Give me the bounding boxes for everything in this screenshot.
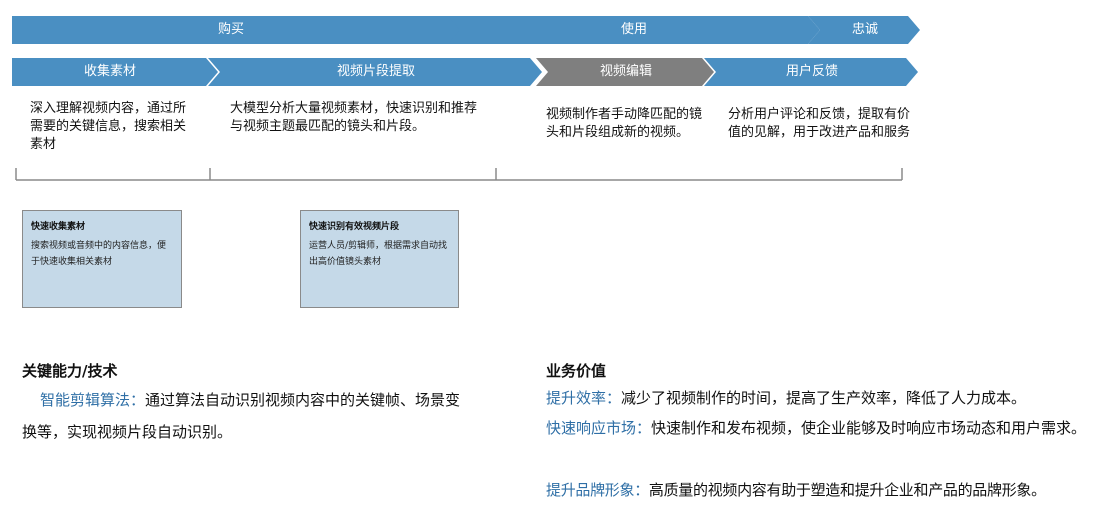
business-value-item-efficiency: 提升效率：减少了视频制作的时间，提高了生产效率，降低了人力成本。	[546, 382, 1116, 414]
key-capability-item: 智能剪辑算法：通过算法自动识别视频内容中的关键帧、场景变换等，实现视频片段自动识…	[22, 384, 462, 448]
step-label-collect: 收集素材	[83, 64, 136, 79]
business-value-text: 减少了视频制作的时间，提高了生产效率，降低了人力成本。	[621, 389, 1027, 407]
card-body: 运营人员/剪辑师，根据需求自动找出高价值镜头素材	[309, 241, 448, 267]
business-value-text: 高质量的视频内容有助于塑造和提升企业和产品的品牌形象。	[648, 481, 1046, 499]
bracket-line	[15, 168, 903, 181]
business-value-text: 快速制作和发布视频，使企业能够及时响应市场动态和用户需求。	[651, 419, 1087, 437]
phase-label-use: 使用	[620, 22, 647, 37]
business-value-title: 业务价值	[546, 362, 607, 380]
step-desc-extract: 大模型分析大量视频素材，快速识别和推荐与视频主题最匹配的镜头和片段。	[230, 101, 478, 134]
business-value-term: 提升品牌形象：	[546, 481, 649, 499]
key-capability-term: 智能剪辑算法：	[40, 391, 146, 409]
card-title: 快速收集素材	[31, 222, 86, 232]
business-value-term: 提升效率：	[546, 389, 622, 407]
business-value-item-market: 快速响应市场：快速制作和发布视频，使企业能够及时响应市场动态和用户需求。	[546, 412, 1116, 444]
phase-label-loyalty: 忠诚	[851, 22, 878, 37]
step-label-feedback: 用户反馈	[785, 64, 838, 79]
key-capability-title: 关键能力/技术	[22, 362, 118, 380]
step-desc-collect: 深入理解视频内容，通过所需要的关键信息，搜索相关素材	[30, 101, 187, 152]
card-title: 快速识别有效视频片段	[309, 222, 400, 232]
step-label-extract: 视频片段提取	[336, 64, 415, 79]
phase-label-buy: 购买	[217, 22, 244, 37]
card-body: 搜索视频或音频中的内容信息，便于快速收集相关素材	[31, 241, 167, 267]
business-value-item-brand: 提升品牌形象：高质量的视频内容有助于塑造和提升企业和产品的品牌形象。	[546, 474, 1118, 506]
card-quick-collect: 快速收集素材 搜索视频或音频中的内容信息，便于快速收集相关素材	[22, 210, 182, 308]
card-quick-identify: 快速识别有效视频片段 运营人员/剪辑师，根据需求自动找出高价值镜头素材	[300, 210, 459, 308]
step-desc-edit: 视频制作者手动降匹配的镜头和片段组成新的视频。	[546, 107, 703, 140]
step-desc-feedback: 分析用户评论和反馈，提取有价值的见解，用于改进产品和服务	[728, 107, 911, 140]
business-value-term: 快速响应市场：	[546, 419, 652, 437]
step-label-edit: 视频编辑	[599, 64, 652, 79]
